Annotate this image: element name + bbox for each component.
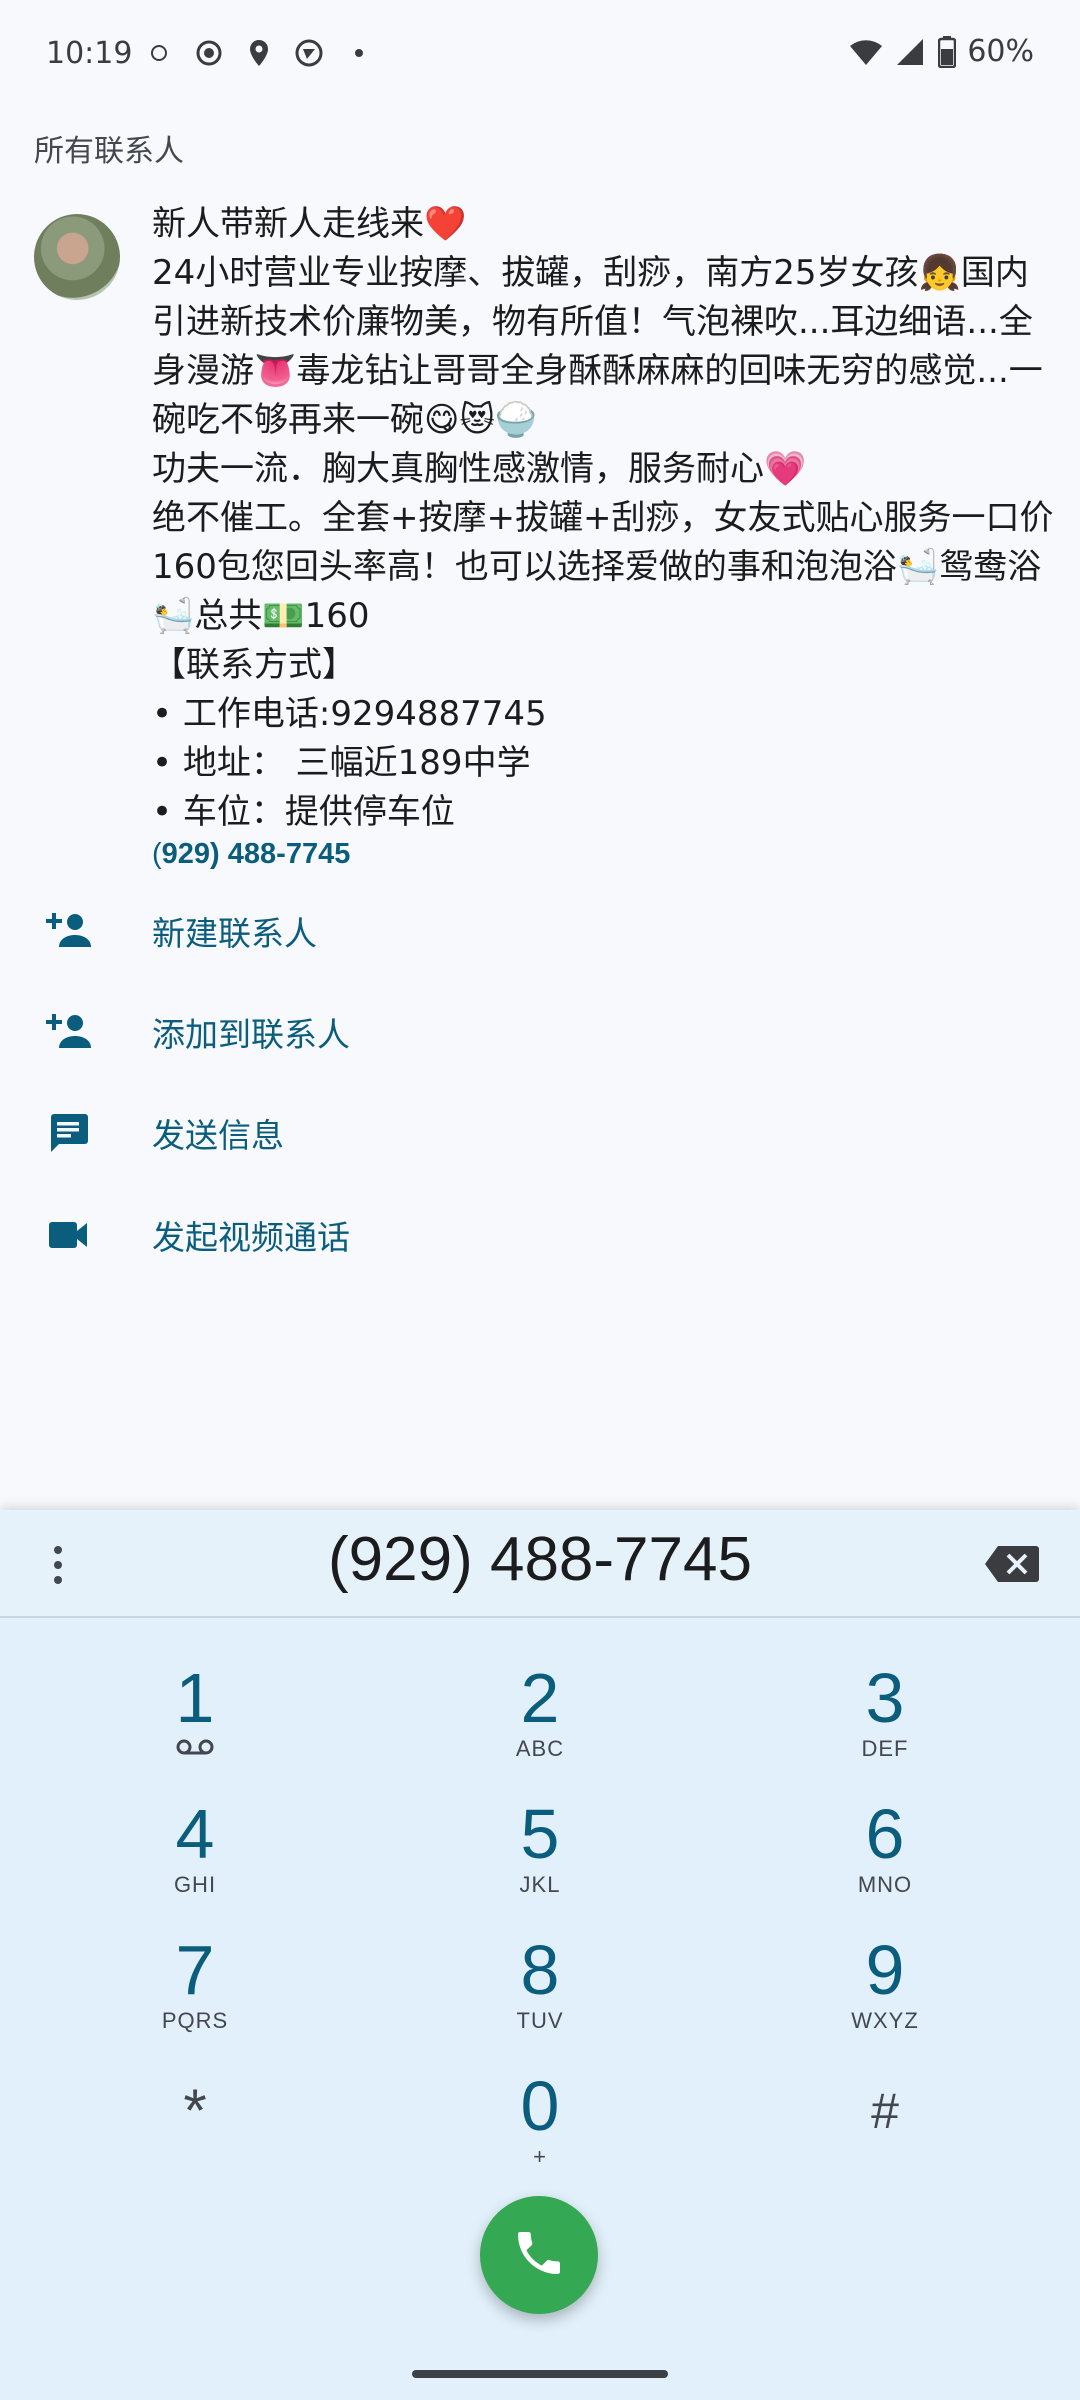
key-letters: MNO <box>857 1872 913 1897</box>
contact-phone-number-match: 929) 488-7745 <box>161 838 351 870</box>
call-button[interactable] <box>480 2196 598 2314</box>
wifi-icon <box>849 35 883 69</box>
dialed-number[interactable]: (929) 488-7745 <box>0 1524 1080 1595</box>
contact-avatar[interactable] <box>34 214 120 300</box>
dialpad-key-3[interactable]: 3 DEF <box>765 1660 1005 1780</box>
battery-icon <box>937 35 957 69</box>
contact-phone-number-prefix: ( <box>152 838 162 870</box>
dialpad-key-9[interactable]: 9 WXYZ <box>765 1932 1005 2052</box>
dialpad-key-6[interactable]: 6 MNO <box>765 1796 1005 1916</box>
key-letters: JKL <box>519 1872 561 1897</box>
key-digit: 2 <box>520 1659 560 1737</box>
status-time: 10:19 <box>46 36 133 71</box>
key-digit: 1 <box>175 1659 215 1737</box>
send-message-action[interactable]: 发送信息 <box>0 1088 1080 1178</box>
key-digit: 6 <box>865 1795 905 1873</box>
backspace-icon[interactable] <box>984 1544 1040 1584</box>
key-letters: GHI <box>173 1872 217 1897</box>
status-system-icons: 60% <box>849 34 1034 69</box>
key-digit: 3 <box>865 1659 905 1737</box>
key-letters: PQRS <box>161 2008 229 2033</box>
key-digit: 7 <box>175 1931 215 2009</box>
gesture-nav-handle[interactable] <box>412 2370 668 2378</box>
voicemail-icon <box>176 1739 214 1755</box>
more-notifications-dot-icon <box>342 36 376 70</box>
key-letters: DEF <box>861 1736 909 1761</box>
status-notification-icons <box>142 36 376 70</box>
dialpad-key-1[interactable]: 1 <box>75 1660 315 1780</box>
contact-phone-number[interactable]: (929) 488-7745 <box>152 838 350 871</box>
key-letters: + <box>533 2144 547 2169</box>
person-add-icon <box>42 1006 94 1058</box>
cell-signal-icon <box>893 35 927 69</box>
dialpad-key-star[interactable]: * <box>75 2070 315 2190</box>
person-add-icon <box>42 905 94 957</box>
digits-row: (929) 488-7745 <box>0 1510 1080 1618</box>
dialpad-key-7[interactable]: 7 PQRS <box>75 1932 315 2052</box>
key-letters: WXYZ <box>851 2008 919 2033</box>
key-digit: * <box>183 2077 207 2144</box>
add-to-contact-action[interactable]: 添加到联系人 <box>0 987 1080 1077</box>
add-to-contact-label: 添加到联系人 <box>152 1015 350 1054</box>
key-digit: 5 <box>520 1795 560 1873</box>
key-digit: 8 <box>520 1931 560 2009</box>
send-message-label: 发送信息 <box>152 1116 284 1155</box>
dialpad-key-8[interactable]: 8 TUV <box>420 1932 660 2052</box>
dialpad-key-4[interactable]: 4 GHI <box>75 1796 315 1916</box>
status-bar: 10:19 60% <box>0 0 1080 110</box>
dialpad-key-2[interactable]: 2 ABC <box>420 1660 660 1780</box>
video-call-action[interactable]: 发起视频通话 <box>0 1190 1080 1280</box>
dialpad-key-5[interactable]: 5 JKL <box>420 1796 660 1916</box>
dialpad-key-pound[interactable]: # <box>765 2070 1005 2190</box>
contacts-list-heading: 所有联系人 <box>34 134 184 169</box>
sync-icon <box>142 36 176 70</box>
new-contact-label: 新建联系人 <box>152 914 317 953</box>
app-notification-icon <box>292 36 326 70</box>
key-digit: 0 <box>520 2067 560 2145</box>
dialpad-key-0[interactable]: 0 + <box>420 2068 660 2188</box>
new-contact-action[interactable]: 新建联系人 <box>0 886 1080 976</box>
location-icon <box>242 36 276 70</box>
key-digit: 9 <box>865 1931 905 2009</box>
key-digit: # <box>871 2083 899 2139</box>
phone-icon <box>511 2225 567 2285</box>
key-digit: 4 <box>175 1795 215 1873</box>
key-letters: TUV <box>516 2008 564 2033</box>
screen-record-icon <box>192 36 226 70</box>
videocam-icon <box>42 1209 94 1261</box>
contact-name[interactable]: 新人带新人走线来❤️ 24小时营业专业按摩、拔罐，刮痧，南方25岁女孩👧国内引进… <box>152 200 1062 837</box>
key-letters: ABC <box>515 1736 565 1761</box>
message-icon <box>42 1107 94 1159</box>
battery-percentage: 60% <box>967 34 1034 69</box>
video-call-label: 发起视频通话 <box>152 1218 350 1257</box>
